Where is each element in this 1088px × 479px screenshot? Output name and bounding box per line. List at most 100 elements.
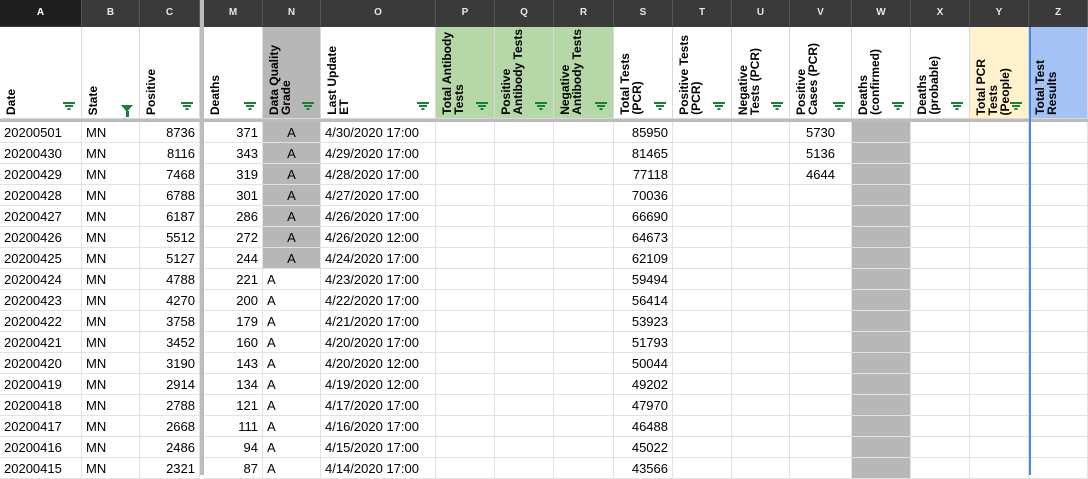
cell-date[interactable]: 20200420: [0, 353, 82, 374]
cell-negative-antibody[interactable]: [554, 437, 614, 458]
cell-total-antibody[interactable]: [436, 353, 495, 374]
header-date[interactable]: Date: [0, 27, 82, 119]
cell-positive[interactable]: 3452: [140, 332, 200, 353]
cell-state[interactable]: MN: [82, 122, 140, 143]
cell-deaths-probable[interactable]: [911, 206, 970, 227]
cell-total-antibody[interactable]: [436, 332, 495, 353]
cell-last-update[interactable]: 4/24/2020 17:00: [321, 248, 436, 269]
cell-negative-tests-pcr[interactable]: [732, 416, 790, 437]
header-total-pcr[interactable]: Total Tests (PCR): [614, 27, 673, 119]
cell-negative-tests-pcr[interactable]: [732, 185, 790, 206]
cell-data-quality-grade[interactable]: A: [263, 311, 321, 332]
cell-state[interactable]: MN: [82, 395, 140, 416]
cell-last-update[interactable]: 4/15/2020 17:00: [321, 437, 436, 458]
cell-positive-cases-pcr[interactable]: [790, 353, 852, 374]
column-letter-r[interactable]: R: [554, 0, 614, 26]
cell-total-test-results[interactable]: [1029, 164, 1088, 185]
cell-last-update[interactable]: 4/26/2020 17:00: [321, 206, 436, 227]
cell-deaths-probable[interactable]: [911, 290, 970, 311]
column-letter-t[interactable]: T: [673, 0, 732, 26]
cell-state[interactable]: MN: [82, 269, 140, 290]
cell-positive-cases-pcr[interactable]: [790, 206, 852, 227]
cell-state[interactable]: MN: [82, 290, 140, 311]
cell-deaths[interactable]: 286: [204, 206, 263, 227]
cell-total-tests-pcr[interactable]: 56414: [614, 290, 673, 311]
cell-total-pcr-people[interactable]: [970, 437, 1029, 458]
filter-icon[interactable]: [244, 102, 256, 110]
cell-positive-cases-pcr[interactable]: 4644: [790, 164, 852, 185]
column-letter-c[interactable]: C: [140, 0, 200, 26]
cell-positive-tests-pcr[interactable]: [673, 353, 732, 374]
cell-positive-tests-pcr[interactable]: [673, 227, 732, 248]
cell-data-quality-grade[interactable]: A: [263, 395, 321, 416]
cell-data-quality-grade[interactable]: A: [263, 227, 321, 248]
cell-positive[interactable]: 3758: [140, 311, 200, 332]
cell-deaths-confirmed[interactable]: [852, 206, 911, 227]
cell-negative-tests-pcr[interactable]: [732, 227, 790, 248]
cell-last-update[interactable]: 4/21/2020 17:00: [321, 311, 436, 332]
column-letter-z[interactable]: Z: [1029, 0, 1088, 26]
cell-total-antibody[interactable]: [436, 311, 495, 332]
cell-total-pcr-people[interactable]: [970, 269, 1029, 290]
cell-positive-antibody[interactable]: [495, 269, 554, 290]
cell-total-pcr-people[interactable]: [970, 353, 1029, 374]
cell-total-tests-pcr[interactable]: 47970: [614, 395, 673, 416]
cell-deaths-confirmed[interactable]: [852, 458, 911, 479]
filter-icon[interactable]: [181, 102, 193, 110]
cell-positive[interactable]: 5512: [140, 227, 200, 248]
cell-negative-tests-pcr[interactable]: [732, 122, 790, 143]
cell-total-antibody[interactable]: [436, 458, 495, 479]
cell-total-test-results[interactable]: [1029, 416, 1088, 437]
cell-positive-cases-pcr[interactable]: [790, 269, 852, 290]
cell-deaths-confirmed[interactable]: [852, 374, 911, 395]
cell-total-antibody[interactable]: [436, 416, 495, 437]
cell-positive-cases-pcr[interactable]: 5136: [790, 143, 852, 164]
cell-positive-tests-pcr[interactable]: [673, 185, 732, 206]
cell-date[interactable]: 20200426: [0, 227, 82, 248]
cell-negative-antibody[interactable]: [554, 269, 614, 290]
cell-deaths[interactable]: 371: [204, 122, 263, 143]
cell-total-test-results[interactable]: [1029, 374, 1088, 395]
cell-negative-tests-pcr[interactable]: [732, 248, 790, 269]
cell-deaths-probable[interactable]: [911, 122, 970, 143]
cell-total-tests-pcr[interactable]: 85950: [614, 122, 673, 143]
filter-icon[interactable]: [302, 102, 314, 110]
cell-last-update[interactable]: 4/29/2020 17:00: [321, 143, 436, 164]
column-letter-x[interactable]: X: [911, 0, 970, 26]
cell-positive-tests-pcr[interactable]: [673, 164, 732, 185]
cell-deaths[interactable]: 143: [204, 353, 263, 374]
cell-deaths-confirmed[interactable]: [852, 164, 911, 185]
column-letter-m[interactable]: M: [204, 0, 263, 26]
cell-deaths-probable[interactable]: [911, 164, 970, 185]
cell-positive-tests-pcr[interactable]: [673, 122, 732, 143]
filter-icon[interactable]: [535, 102, 547, 110]
cell-positive-tests-pcr[interactable]: [673, 416, 732, 437]
cell-date[interactable]: 20200423: [0, 290, 82, 311]
cell-deaths[interactable]: 111: [204, 416, 263, 437]
cell-positive-antibody[interactable]: [495, 206, 554, 227]
cell-total-pcr-people[interactable]: [970, 290, 1029, 311]
cell-total-antibody[interactable]: [436, 206, 495, 227]
cell-negative-antibody[interactable]: [554, 311, 614, 332]
cell-total-tests-pcr[interactable]: 53923: [614, 311, 673, 332]
cell-last-update[interactable]: 4/20/2020 12:00: [321, 353, 436, 374]
cell-deaths-confirmed[interactable]: [852, 395, 911, 416]
cell-date[interactable]: 20200425: [0, 248, 82, 269]
cell-total-pcr-people[interactable]: [970, 206, 1029, 227]
cell-negative-tests-pcr[interactable]: [732, 206, 790, 227]
cell-positive-antibody[interactable]: [495, 248, 554, 269]
column-letter-q[interactable]: Q: [495, 0, 554, 26]
cell-positive-antibody[interactable]: [495, 353, 554, 374]
cell-total-tests-pcr[interactable]: 46488: [614, 416, 673, 437]
cell-total-pcr-people[interactable]: [970, 374, 1029, 395]
column-letter-v[interactable]: V: [790, 0, 852, 26]
filter-icon[interactable]: [713, 102, 725, 110]
cell-deaths[interactable]: 221: [204, 269, 263, 290]
filter-icon[interactable]: [951, 102, 963, 110]
cell-negative-antibody[interactable]: [554, 248, 614, 269]
cell-total-tests-pcr[interactable]: 81465: [614, 143, 673, 164]
cell-positive-antibody[interactable]: [495, 185, 554, 206]
cell-total-test-results[interactable]: [1029, 122, 1088, 143]
cell-last-update[interactable]: 4/28/2020 17:00: [321, 164, 436, 185]
cell-state[interactable]: MN: [82, 227, 140, 248]
